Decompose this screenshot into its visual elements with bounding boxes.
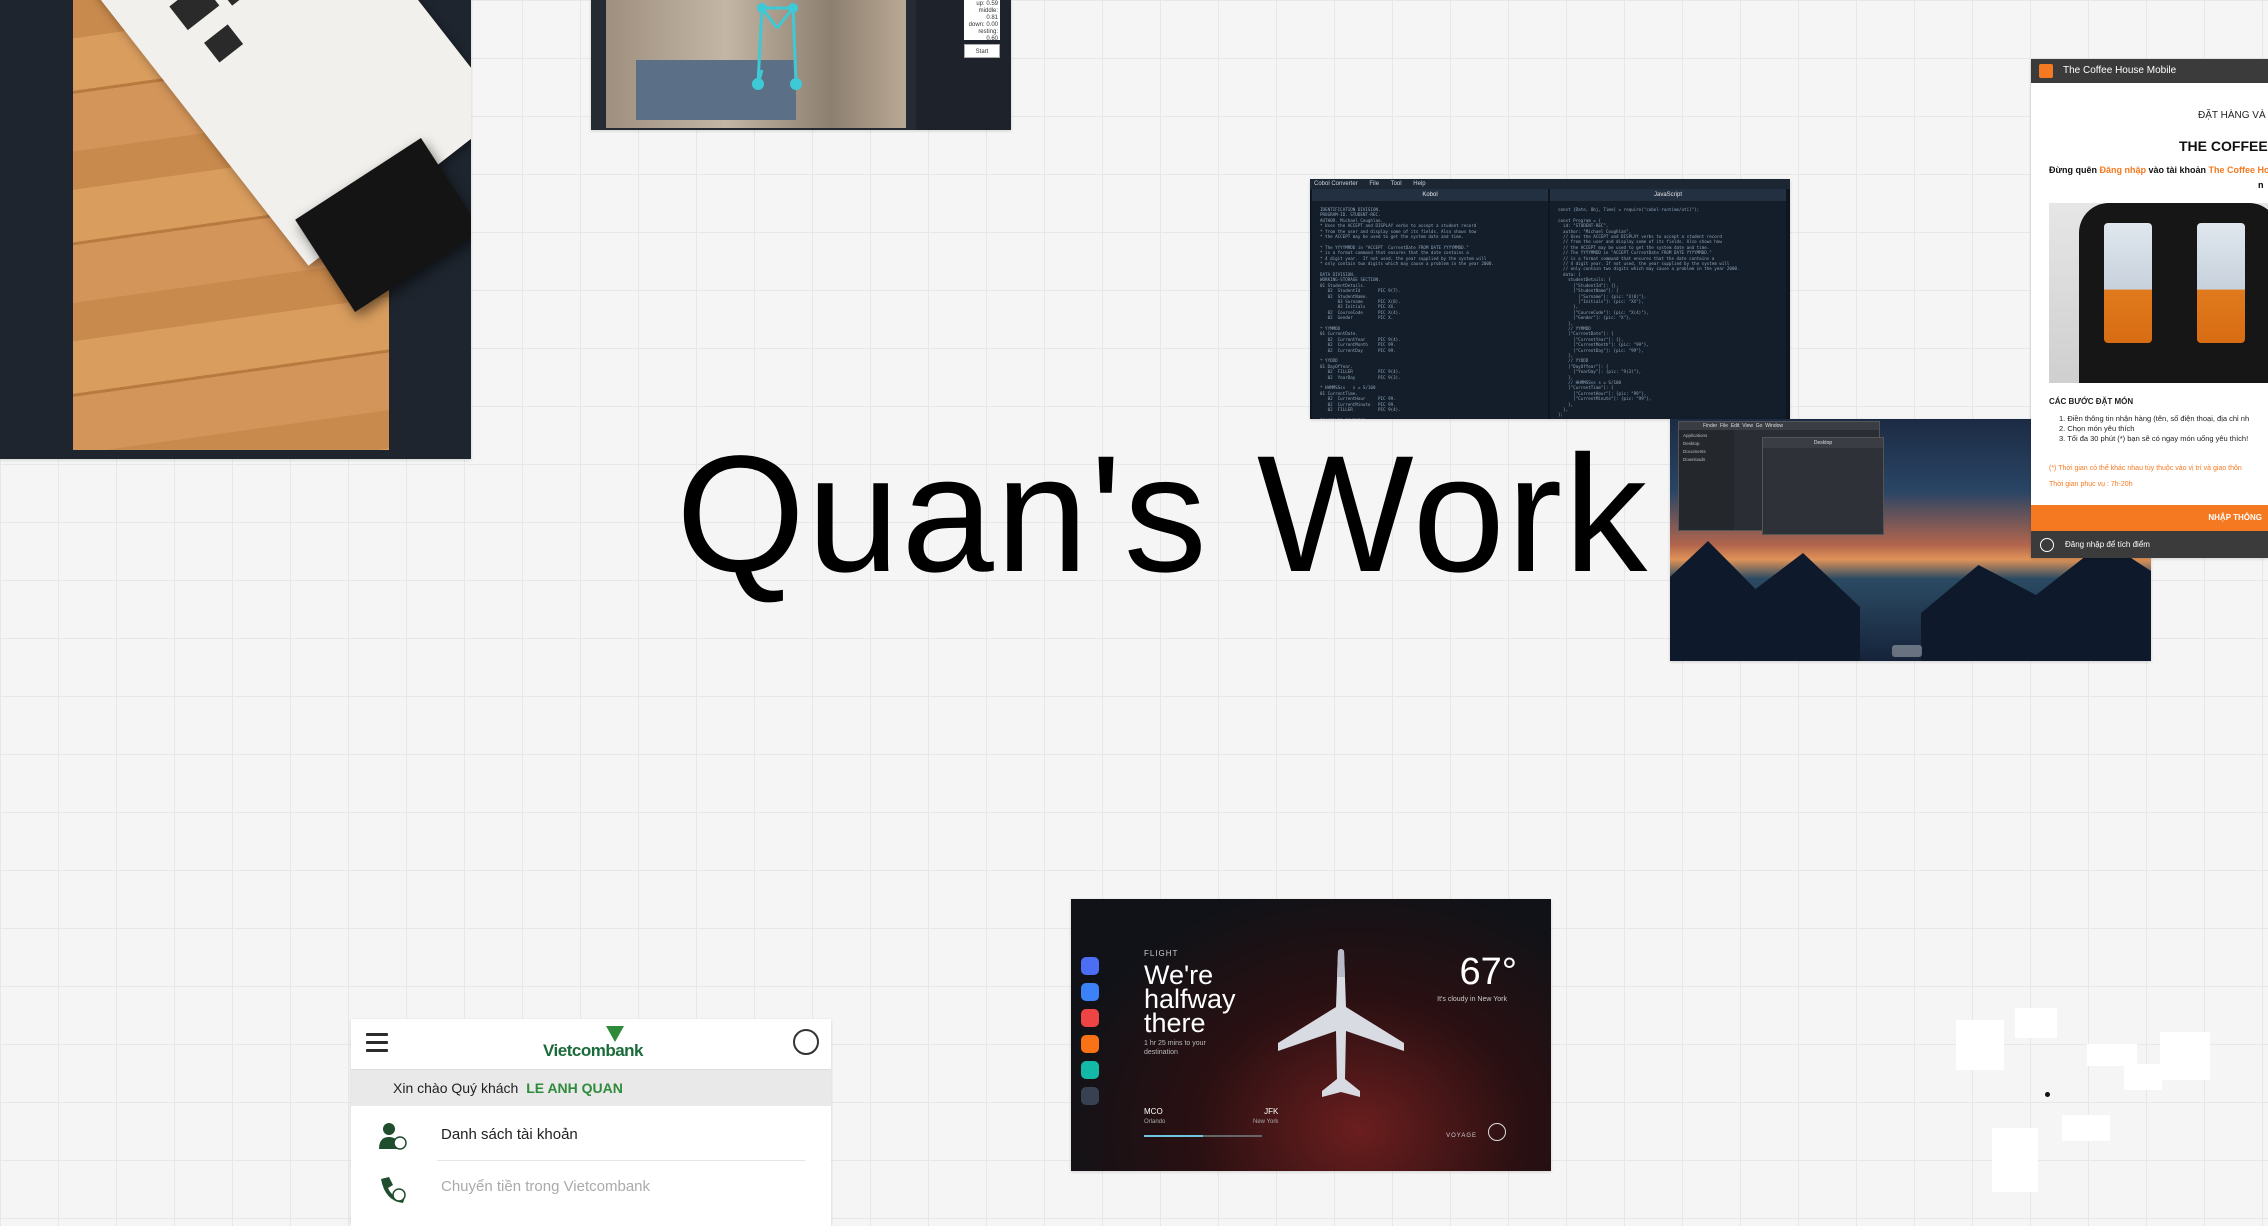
skeleton-overlay (752, 3, 802, 90)
profile-icon[interactable] (793, 1029, 819, 1055)
greeting-text: Xin chào Quý khách (393, 1080, 519, 1096)
enter-info-button[interactable]: NHẬP THÔNG (2031, 505, 2268, 531)
account-list-icon (379, 1123, 407, 1150)
right-pane-title: JavaScript (1550, 189, 1786, 201)
app-name: Cobol Converter (1314, 181, 1358, 187)
coffee-window-title: The Coffee House Mobile (2063, 65, 2177, 76)
menu-item-label: Chuyển tiền trong Vietcombank (441, 1178, 651, 1195)
coffee-house-card[interactable]: The Coffee House Mobile ĐẶT HÀNG VÀ C TH… (2031, 59, 2268, 558)
coffee-titlebar: The Coffee House Mobile (2031, 59, 2268, 83)
home-icon[interactable] (1081, 957, 1099, 975)
step-item: 2. Chọn món yêu thích (2059, 424, 2135, 433)
vcb-brand: Vietcombank (543, 1041, 644, 1060)
app-menubar: Cobol Converter File Tool Help (1310, 179, 1790, 189)
origin: MCO Orlando (1144, 1107, 1166, 1125)
decor-shard (1956, 1020, 2004, 1070)
voyage-label: VOYAGE (1446, 1133, 1477, 1139)
navigate-button[interactable] (1488, 1123, 1506, 1141)
decor-shard (2087, 1044, 2137, 1066)
forest-left (1670, 541, 1860, 661)
book-photo-card[interactable] (0, 0, 471, 459)
flight-eta: 1 hr 25 mins to your destination (1144, 1040, 1206, 1056)
javascript-code: const {Date, Obj, Time} = require("cobol… (1558, 207, 1740, 418)
menu-file[interactable]: File (1369, 181, 1379, 187)
airplane-icon (1278, 949, 1404, 1097)
javascript-output-pane[interactable]: JavaScript const {Date, Obj, Time} = req… (1550, 189, 1786, 419)
order-heading: ĐẶT HÀNG VÀ C (2198, 110, 2268, 121)
cobol-code: IDENTIFICATION DIVISION. PROGRAM-ID. STU… (1320, 207, 1494, 419)
menu-item-account-list[interactable]: Danh sách tài khoản (351, 1109, 831, 1161)
room-photo (606, 0, 906, 128)
step-item: 1. Điền thông tin nhận hàng (tên, số điệ… (2059, 414, 2250, 423)
menu-item-transfer[interactable]: Chuyển tiền trong Vietcombank (351, 1161, 831, 1213)
steps-title: CÁC BƯỚC ĐẶT MÓN (2049, 397, 2134, 406)
dock[interactable] (1892, 645, 1922, 657)
app-sidebar (1081, 957, 1101, 1113)
menu-tool[interactable]: Tool (1391, 181, 1402, 187)
menu-item-label: Danh sách tài khoản (441, 1126, 578, 1143)
order-steps: CÁC BƯỚC ĐẶT MÓN 1. Điền thông tin nhận … (2049, 397, 2249, 444)
finder-menubar: Finder File Edit View Go Window (1679, 422, 1879, 430)
coffee-logo-icon (2039, 64, 2053, 78)
sidebar-item-documents[interactable]: Documents (1683, 448, 1730, 456)
menu-help[interactable]: Help (1413, 181, 1425, 187)
message-icon[interactable] (1081, 1061, 1099, 1079)
game-icon[interactable] (1081, 1035, 1099, 1053)
finder-sidebar: Applications Desktop Documents Downloads (1679, 430, 1734, 530)
customer-name: LE ANH QUAN (526, 1080, 623, 1096)
left-pane-title: Kobol (1312, 189, 1548, 201)
flight-dashboard-card[interactable]: FLIGHT We're halfway there 1 hr 25 mins … (1071, 899, 1551, 1171)
folder-window-title: Desktop (1763, 438, 1883, 448)
user-icon (2040, 538, 2054, 552)
vcb-logo-icon (606, 1026, 624, 1042)
sidebar-item-applications[interactable]: Applications (1683, 432, 1730, 440)
flight-headline: We're halfway there (1144, 960, 1236, 1038)
grid-icon[interactable] (1081, 1087, 1099, 1105)
music-icon[interactable] (1081, 983, 1099, 1001)
decor-shard (1992, 1128, 2038, 1192)
sidebar-item-desktop[interactable]: Desktop (1683, 440, 1730, 448)
wood-table-photo (73, 0, 471, 450)
reminder-tail: n (2258, 180, 2264, 190)
decor-dot (2045, 1092, 2050, 1097)
page-title: Quan's Work (676, 422, 1650, 607)
destination: JFK New York (1253, 1107, 1279, 1125)
start-button[interactable]: Start (964, 44, 1000, 58)
login-link[interactable]: Đăng nhập (2100, 165, 2147, 175)
flight-label: FLIGHT (1144, 949, 1179, 958)
desktop-folder-window[interactable]: Desktop (1762, 437, 1884, 535)
decor-shard (2062, 1115, 2110, 1141)
decor-shard (2015, 1008, 2057, 1038)
vcb-navbar: Vietcombank (351, 1019, 831, 1070)
delivery-note: (*) Thời gian có thể khác nhau tùy thuộc… (2049, 465, 2242, 472)
login-bar[interactable]: Đăng nhập để tích điểm (2031, 531, 2268, 558)
decor-shard (2160, 1032, 2210, 1080)
pose-detection-card[interactable]: up: 0.59 middle: 0.81 down: 0.00 resting… (591, 0, 1011, 130)
play-icon[interactable] (1081, 1009, 1099, 1027)
decor-shard (2124, 1064, 2162, 1090)
step-item: 3. Tối đa 30 phút (*) bạn sẽ có ngay món… (2059, 434, 2249, 443)
sidebar-item-downloads[interactable]: Downloads (1683, 456, 1730, 464)
cobol-source-pane[interactable]: Kobol IDENTIFICATION DIVISION. PROGRAM-I… (1312, 189, 1548, 419)
brand-heading: THE COFFEE H (2179, 138, 2268, 154)
temperature: 67° (1459, 951, 1517, 993)
greeting-bar: Xin chào Quý khách LE ANH QUAN (351, 1070, 831, 1106)
transfer-icon (381, 1177, 406, 1203)
menu-icon[interactable] (366, 1033, 388, 1053)
vietcombank-card[interactable]: Vietcombank Xin chào Quý khách LE ANH QU… (351, 1019, 831, 1226)
service-hours: Thời gian phục vụ : 7h-20h (2049, 481, 2133, 488)
pose-stats: up: 0.59 middle: 0.81 down: 0.00 resting… (964, 0, 1000, 42)
login-reminder: Đừng quên Đăng nhập vào tài khoản The Co… (2049, 165, 2268, 175)
forest-right (1921, 541, 2151, 661)
flight-progress (1144, 1135, 1262, 1137)
login-prompt: Đăng nhập để tích điểm (2065, 540, 2150, 549)
cobol-converter-card[interactable]: Cobol Converter File Tool Help Kobol IDE… (1310, 179, 1790, 419)
coffee-photo (2049, 203, 2268, 383)
weather-condition: It's cloudy in New York (1437, 996, 1507, 1003)
